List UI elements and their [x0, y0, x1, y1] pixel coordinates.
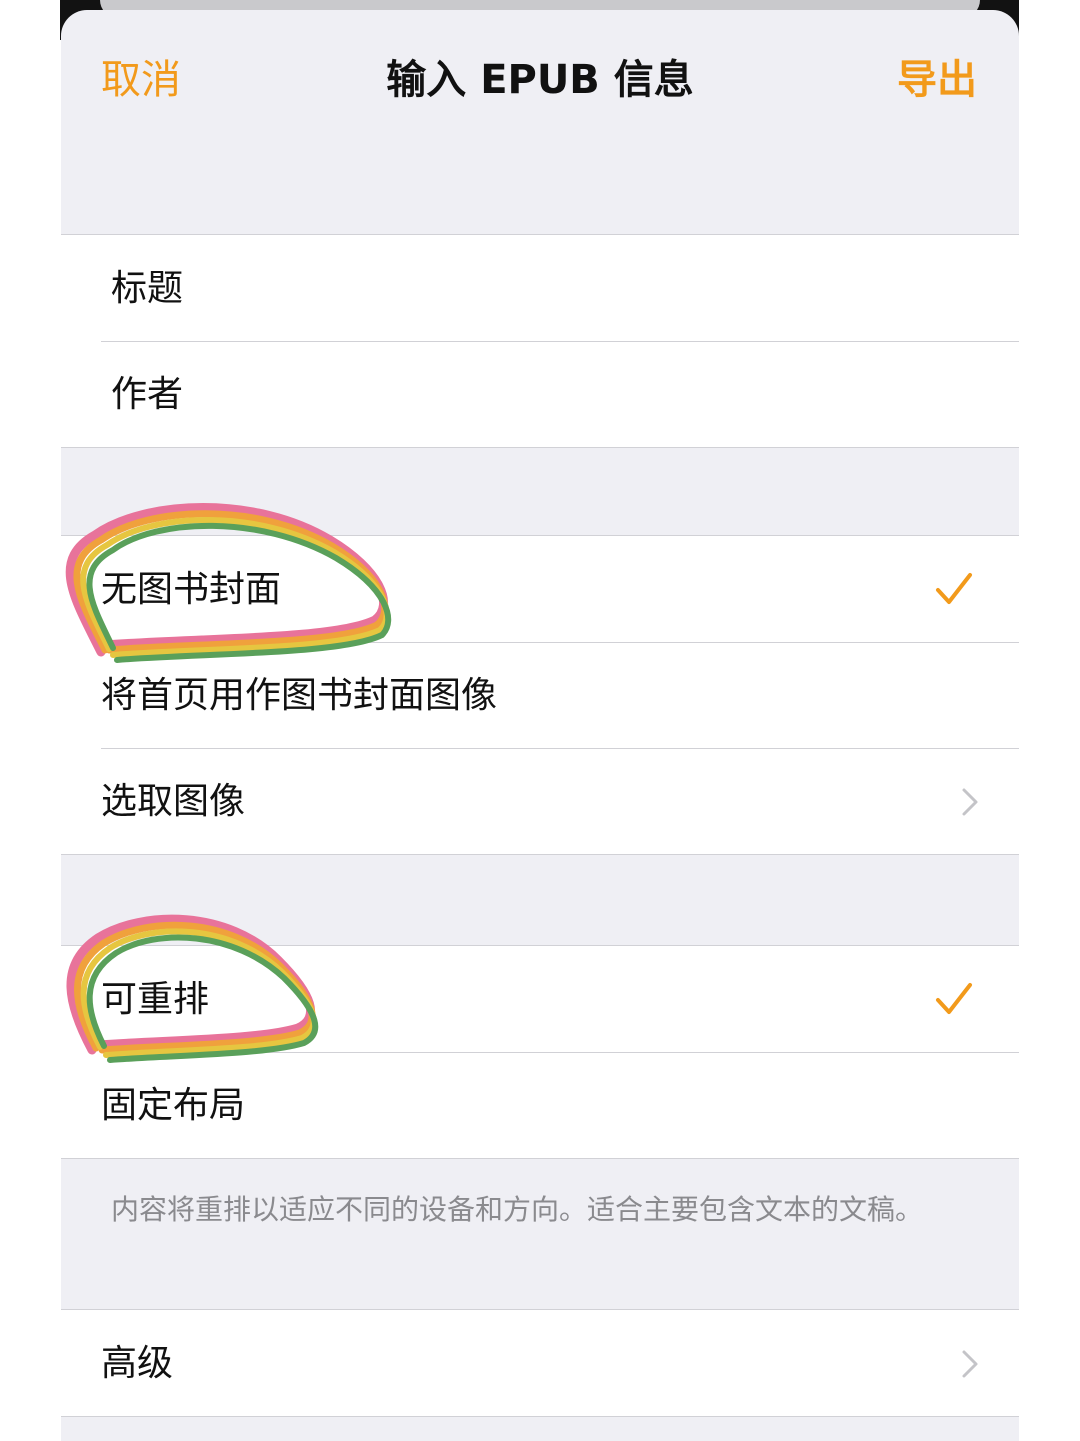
layout-group: 可重排 固定布局 — [61, 945, 1019, 1159]
metadata-group: 标题 作者 — [61, 234, 1019, 448]
cover-option-first-page-label: 将首页用作图书封面图像 — [101, 675, 498, 716]
layout-option-fixed-label: 固定布局 — [101, 1085, 246, 1126]
epub-info-sheet: 取消 输入 EPUB 信息 导出 标题 作者 无图书封面 将首页用作图书封面图像 — [61, 10, 1019, 1441]
layout-option-fixed[interactable]: 固定布局 — [61, 1052, 1019, 1158]
cover-option-none[interactable]: 无图书封面 — [61, 536, 1019, 642]
author-field-label: 作者 — [111, 374, 184, 415]
chevron-right-icon — [962, 1350, 978, 1378]
advanced-row[interactable]: 高级 — [61, 1310, 1019, 1416]
export-button[interactable]: 导出 — [897, 55, 977, 105]
layout-option-reflowable-label: 可重排 — [101, 979, 210, 1020]
cover-option-first-page[interactable]: 将首页用作图书封面图像 — [61, 642, 1019, 748]
cover-group: 无图书封面 将首页用作图书封面图像 选取图像 — [61, 535, 1019, 855]
cover-option-choose-image[interactable]: 选取图像 — [61, 748, 1019, 854]
navigation-bar: 取消 输入 EPUB 信息 导出 — [61, 10, 1019, 150]
title-field[interactable]: 标题 — [61, 235, 1019, 341]
title-field-label: 标题 — [111, 268, 184, 309]
epub-export-screen: 取消 输入 EPUB 信息 导出 标题 作者 无图书封面 将首页用作图书封面图像 — [0, 0, 1080, 1441]
checkmark-icon — [936, 983, 972, 1014]
advanced-row-label: 高级 — [101, 1343, 174, 1384]
sheet-title: 输入 EPUB 信息 — [386, 57, 694, 103]
cover-option-none-label: 无图书封面 — [101, 569, 282, 610]
cover-option-choose-image-label: 选取图像 — [101, 781, 246, 822]
advanced-group: 高级 — [61, 1309, 1019, 1417]
layout-footnote: 内容将重排以适应不同的设备和方向。适合主要包含文本的文稿。 — [111, 1193, 924, 1226]
layout-option-reflowable[interactable]: 可重排 — [61, 946, 1019, 1052]
chevron-right-icon — [962, 788, 978, 816]
checkmark-icon — [936, 573, 972, 604]
author-field[interactable]: 作者 — [61, 341, 1019, 447]
